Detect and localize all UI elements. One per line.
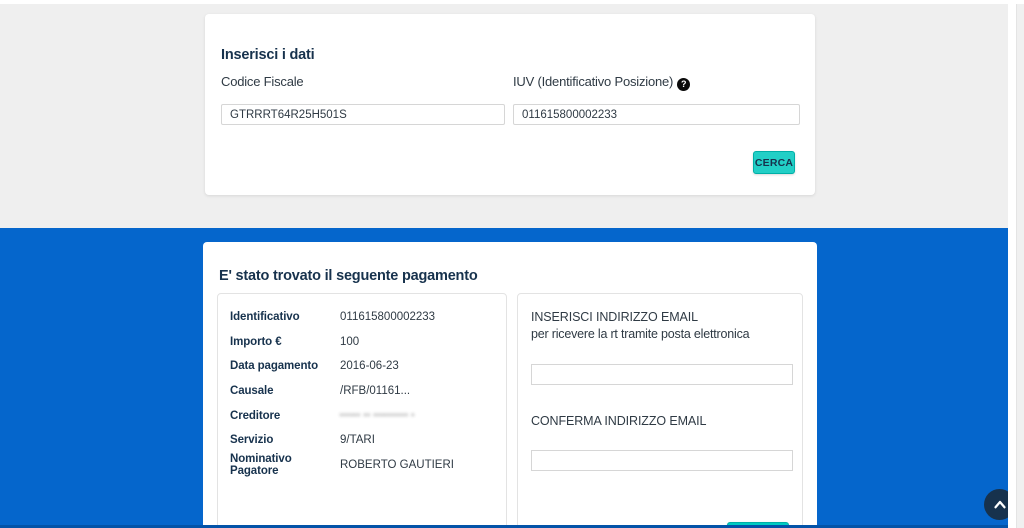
detail-row-servizio: Servizio 9/TARI: [230, 428, 494, 453]
page-right-gutter: [1008, 0, 1016, 528]
result-card: E' stato trovato il seguente pagamento I…: [203, 242, 817, 528]
email-input[interactable]: [531, 364, 793, 385]
iuv-label: IUV (Identificativo Posizione)?: [513, 74, 690, 91]
detail-row-importo: Importo € 100: [230, 330, 494, 355]
result-card-title: E' stato trovato il seguente pagamento: [219, 268, 478, 284]
detail-row-creditore: Creditore ▪▪▪▪▪▪ ▪▪ ▪▪▪▪▪▪▪▪▪▪ ▪: [230, 403, 494, 428]
search-section-background: Inserisci i dati Codice Fiscale IUV (Ide…: [0, 4, 1008, 228]
detail-row-causale: Causale /RFB/01161...: [230, 379, 494, 404]
detail-value: 2016-06-23: [340, 360, 399, 372]
iuv-input[interactable]: [513, 104, 800, 125]
search-card-title: Inserisci i dati: [221, 47, 315, 63]
payment-details-panel: Identificativo 011615800002233 Importo €…: [217, 293, 507, 528]
chevron-up-icon: [991, 496, 1009, 514]
detail-key: Identificativo: [230, 311, 340, 323]
confirm-email-label: CONFERMA INDIRIZZO EMAIL: [531, 414, 706, 428]
help-icon[interactable]: ?: [677, 78, 690, 91]
detail-key: Causale: [230, 385, 340, 397]
detail-row-identificativo: Identificativo 011615800002233: [230, 305, 494, 330]
insert-email-label: INSERISCI INDIRIZZO EMAIL: [531, 310, 698, 324]
page: Inserisci i dati Codice Fiscale IUV (Ide…: [0, 0, 1024, 528]
detail-value: /RFB/01161...: [340, 385, 410, 397]
email-panel: INSERISCI INDIRIZZO EMAIL per ricevere l…: [517, 293, 803, 528]
detail-row-nominativo: Nominativo Pagatore ROBERTO GAUTIERI: [230, 453, 494, 478]
detail-row-data-pagamento: Data pagamento 2016-06-23: [230, 354, 494, 379]
detail-value-redacted: ▪▪▪▪▪▪ ▪▪ ▪▪▪▪▪▪▪▪▪▪ ▪: [340, 412, 415, 419]
codice-fiscale-label: Codice Fiscale: [221, 74, 303, 89]
detail-key: Creditore: [230, 410, 340, 422]
detail-value: 011615800002233: [340, 311, 435, 323]
codice-fiscale-input[interactable]: [221, 104, 505, 125]
insert-email-subtitle: per ricevere la rt tramite posta elettro…: [531, 327, 749, 341]
top-strip: [0, 0, 1024, 4]
detail-key: Servizio: [230, 434, 340, 446]
detail-key: Importo €: [230, 336, 340, 348]
cerca-button[interactable]: CERCA: [753, 151, 795, 174]
detail-key: Nominativo Pagatore: [230, 453, 340, 477]
confirm-email-input[interactable]: [531, 450, 793, 471]
search-card: Inserisci i dati Codice Fiscale IUV (Ide…: [205, 14, 815, 195]
detail-value: 100: [340, 336, 359, 348]
scrollbar-track[interactable]: [1016, 4, 1024, 528]
result-section-background: E' stato trovato il seguente pagamento I…: [0, 228, 1008, 528]
detail-value: ROBERTO GAUTIERI: [340, 459, 454, 471]
detail-key: Data pagamento: [230, 360, 340, 372]
detail-value: 9/TARI: [340, 434, 375, 446]
